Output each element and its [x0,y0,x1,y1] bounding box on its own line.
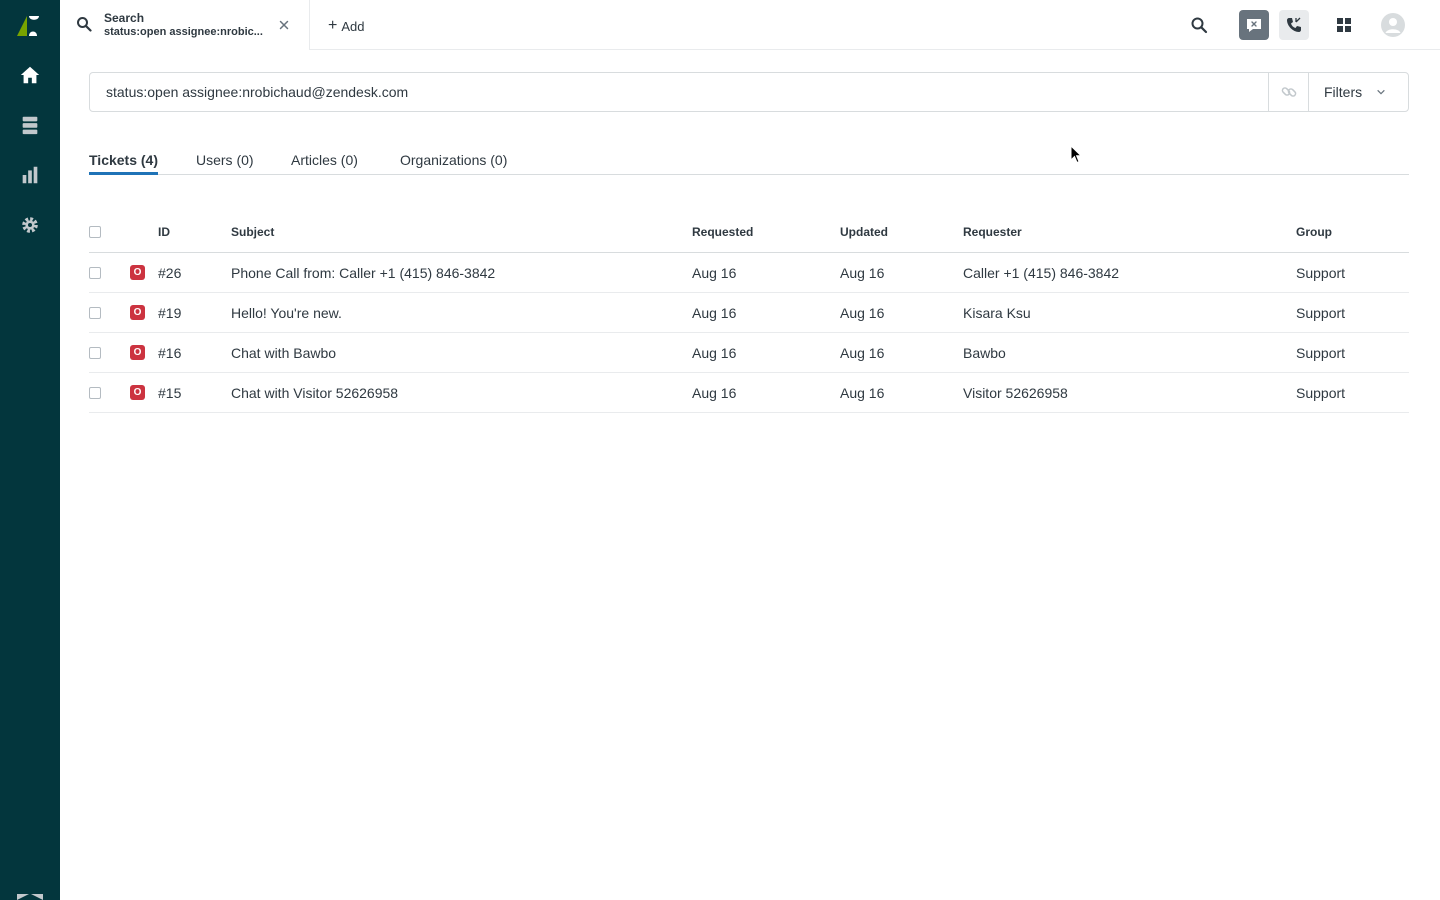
select-all-checkbox[interactable] [89,226,101,238]
ticket-subject[interactable]: Chat with Visitor 52626958 [231,373,398,412]
row-checkbox[interactable] [89,346,101,359]
left-nav [0,0,60,900]
tab-tickets[interactable]: Tickets (4) [89,152,158,175]
ticket-group: Support [1296,304,1346,321]
status-badge: O [130,265,145,280]
link-button[interactable] [1268,73,1308,111]
phone-icon [1287,17,1301,32]
row-checkbox[interactable] [89,306,101,319]
mouse-cursor-icon [1070,145,1082,164]
ticket-requester: Bawbo [963,344,1006,361]
tab-search[interactable]: Search status:open assignee:nrobic... [60,0,310,50]
row-checkbox[interactable] [89,386,101,399]
chat-icon [1247,19,1261,32]
home-icon [20,66,40,84]
ticket-requested: Aug 16 [692,304,737,321]
reporting-icon [22,166,38,184]
ticket-group: Support [1296,384,1346,401]
table-row[interactable]: O #16 Chat with Bawbo Aug 16 Aug 16 Bawb… [89,333,1409,373]
ticket-requested: Aug 16 [692,344,737,361]
search-bar: Filters [89,72,1409,112]
zendesk-logo[interactable] [15,12,43,38]
search-icon [1191,17,1208,34]
global-search-button[interactable] [1184,10,1214,40]
add-tab-button[interactable]: + Add [328,17,364,35]
status-badge: O [130,345,145,360]
top-bar: Search status:open assignee:nrobic... + … [60,0,1440,50]
ticket-requested: Aug 16 [692,264,737,281]
table-row[interactable]: O #15 Chat with Visitor 52626958 Aug 16 … [89,373,1409,413]
tab-organizations[interactable]: Organizations (0) [400,152,507,175]
search-icon [77,17,92,32]
tab-users[interactable]: Users (0) [196,152,254,175]
filters-label: Filters [1324,84,1363,100]
ticket-id: #16 [158,344,182,361]
result-tabs: Tickets (4) Users (0) Articles (0) Organ… [89,150,1409,175]
ticket-requester: Caller +1 (415) 846-3842 [963,264,1120,281]
table-header: ID Subject Requested Updated Requester G… [89,212,1409,253]
nav-home[interactable] [0,50,60,100]
header-id[interactable]: ID [158,212,170,252]
ticket-requester: Kisara Ksu [963,304,1031,321]
header-group[interactable]: Group [1296,212,1332,252]
add-tab-label: Add [341,18,365,34]
talk-button[interactable] [1279,10,1309,40]
plus-icon: + [328,17,338,34]
ticket-subject[interactable]: Hello! You're new. [231,293,342,332]
row-checkbox[interactable] [89,266,101,279]
tab-subtitle: status:open assignee:nrobic... [104,26,263,38]
chevron-down-icon [1377,89,1385,95]
link-icon [1281,87,1296,97]
header-updated[interactable]: Updated [840,212,888,252]
apps-button[interactable] [1329,10,1359,40]
views-icon [22,116,38,135]
filters-button[interactable]: Filters [1308,73,1408,111]
ticket-id: #26 [158,264,182,281]
chat-button[interactable] [1239,10,1269,40]
search-input[interactable] [106,73,1256,111]
ticket-id: #19 [158,304,182,321]
nav-views[interactable] [0,100,60,150]
tab-title: Search [104,11,145,25]
ticket-subject[interactable]: Phone Call from: Caller +1 (415) 846-384… [231,253,495,292]
zendesk-mark-icon [17,894,43,900]
header-requester[interactable]: Requester [963,212,1022,252]
gear-icon [22,217,38,233]
table-row[interactable]: O #26 Phone Call from: Caller +1 (415) 8… [89,253,1409,293]
avatar-icon [1381,13,1405,37]
ticket-updated: Aug 16 [840,304,885,321]
table-row[interactable]: O #19 Hello! You're new. Aug 16 Aug 16 K… [89,293,1409,333]
grid-icon [1337,18,1351,32]
ticket-updated: Aug 16 [840,384,885,401]
ticket-id: #15 [158,384,182,401]
tickets-table: ID Subject Requested Updated Requester G… [89,212,1409,413]
header-subject[interactable]: Subject [231,212,274,252]
tab-articles[interactable]: Articles (0) [291,152,358,175]
close-icon[interactable] [276,17,292,33]
ticket-group: Support [1296,264,1346,281]
status-badge: O [130,305,145,320]
ticket-group: Support [1296,344,1346,361]
user-menu-button[interactable] [1378,10,1408,40]
ticket-requester: Visitor 52626958 [963,384,1068,401]
ticket-requested: Aug 16 [692,384,737,401]
header-requested[interactable]: Requested [692,212,753,252]
ticket-updated: Aug 16 [840,344,885,361]
ticket-updated: Aug 16 [840,264,885,281]
status-badge: O [130,385,145,400]
ticket-subject[interactable]: Chat with Bawbo [231,333,336,372]
nav-reporting[interactable] [0,150,60,200]
nav-admin[interactable] [0,200,60,250]
